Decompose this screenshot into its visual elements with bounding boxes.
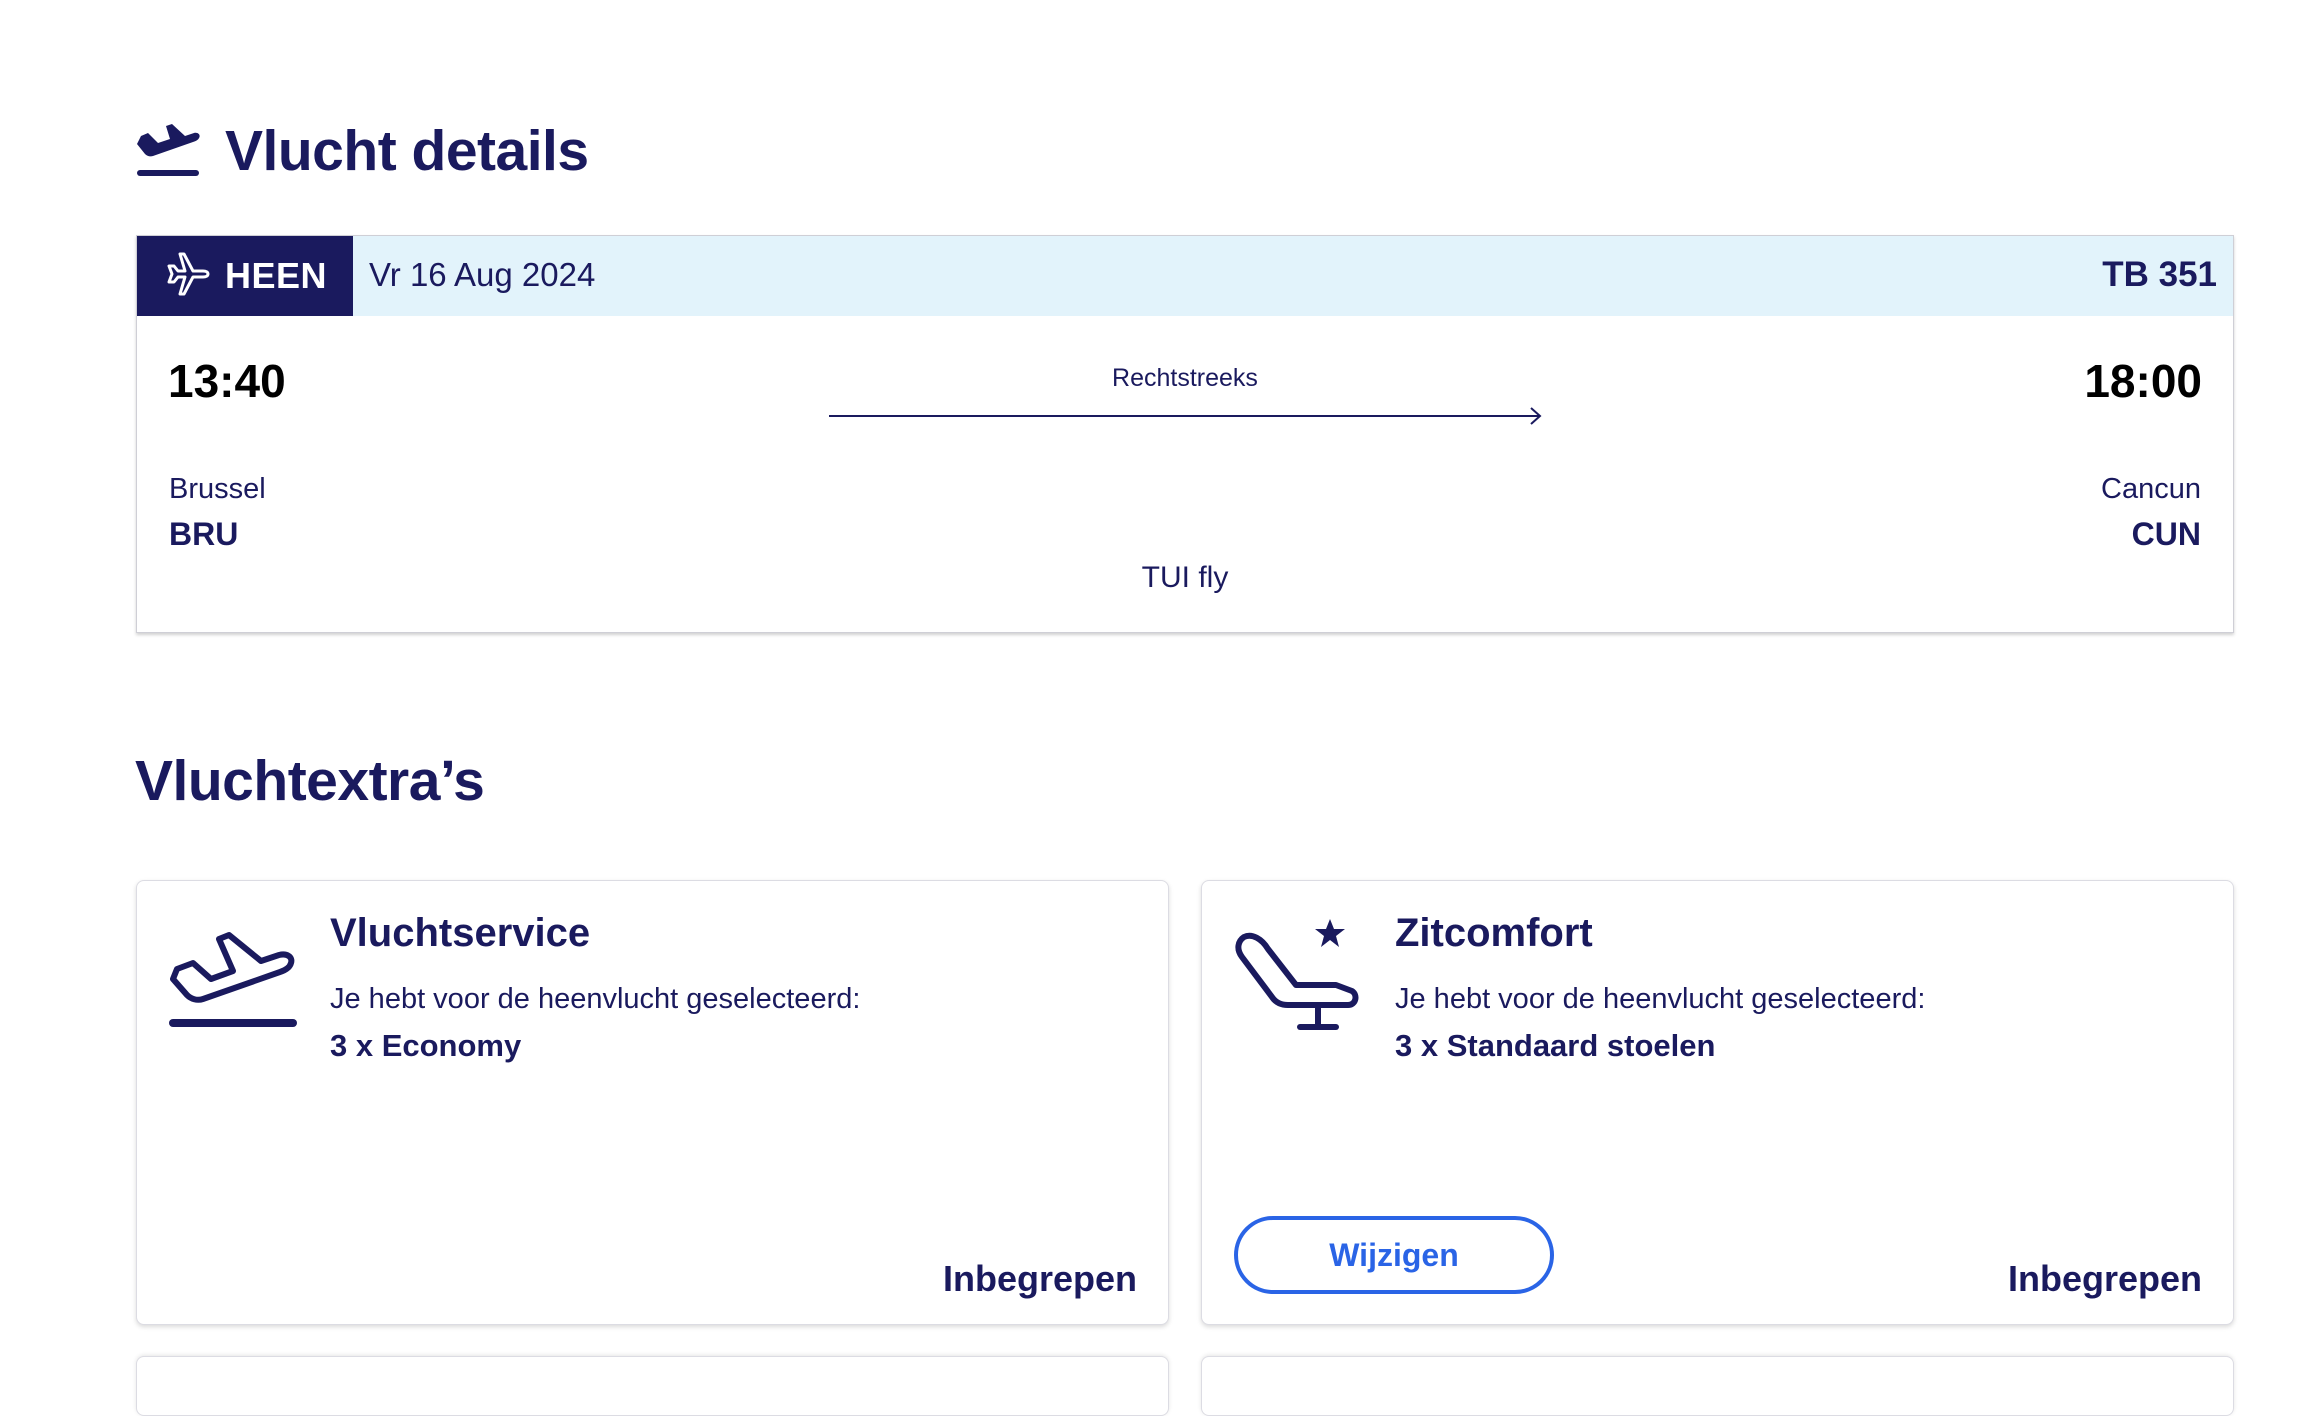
status-label: Inbegrepen [2007,1258,2202,1299]
plane-icon [165,251,211,302]
card-value: 3 x Economy [330,1028,522,1063]
arrival-code: CUN [2131,516,2201,552]
extra-card-vluchtservice: Vluchtservice Je hebt voor de heenvlucht… [136,880,1169,1325]
extras-heading: Vluchtextra’s [135,749,485,813]
card-description: Je hebt voor de heenvlucht geselecteerd: [1395,983,1926,1015]
departure-city: Brussel [169,473,266,505]
page-title: Vlucht details [225,119,589,183]
flight-number: TB 351 [2102,255,2217,294]
change-seats-button[interactable]: Wijzigen [1234,1216,1554,1294]
status-label: Inbegrepen [942,1258,1137,1299]
plane-takeoff-icon [167,919,299,1040]
extra-card-partial [1201,1356,2234,1416]
direction-label: HEEN [225,255,328,296]
plane-takeoff-icon [135,122,201,180]
card-title: Vluchtservice [330,911,591,955]
seat-star-icon [1232,919,1364,1042]
flight-card-header: HEEN Vr 16 Aug 2024 TB 351 [137,236,2233,316]
route-type: Rechtstreeks [1112,364,1258,392]
extra-card-zitcomfort: Zitcomfort Je hebt voor de heenvlucht ge… [1201,880,2234,1325]
flight-card: HEEN Vr 16 Aug 2024 TB 351 13:40 18:00 R… [136,235,2234,633]
route-arrow-icon [829,407,1542,425]
direction-badge: HEEN [137,236,353,316]
arrival-city: Cancun [2101,473,2201,505]
airline: TUI fly [1141,561,1229,594]
extra-card-partial [136,1356,1169,1416]
flight-details-heading: Vlucht details [135,118,589,184]
card-value: 3 x Standaard stoelen [1395,1028,1716,1063]
card-description: Je hebt voor de heenvlucht geselecteerd: [330,983,861,1015]
departure-code: BRU [169,516,239,552]
flight-date: Vr 16 Aug 2024 [369,256,596,293]
card-title: Zitcomfort [1395,911,1593,955]
